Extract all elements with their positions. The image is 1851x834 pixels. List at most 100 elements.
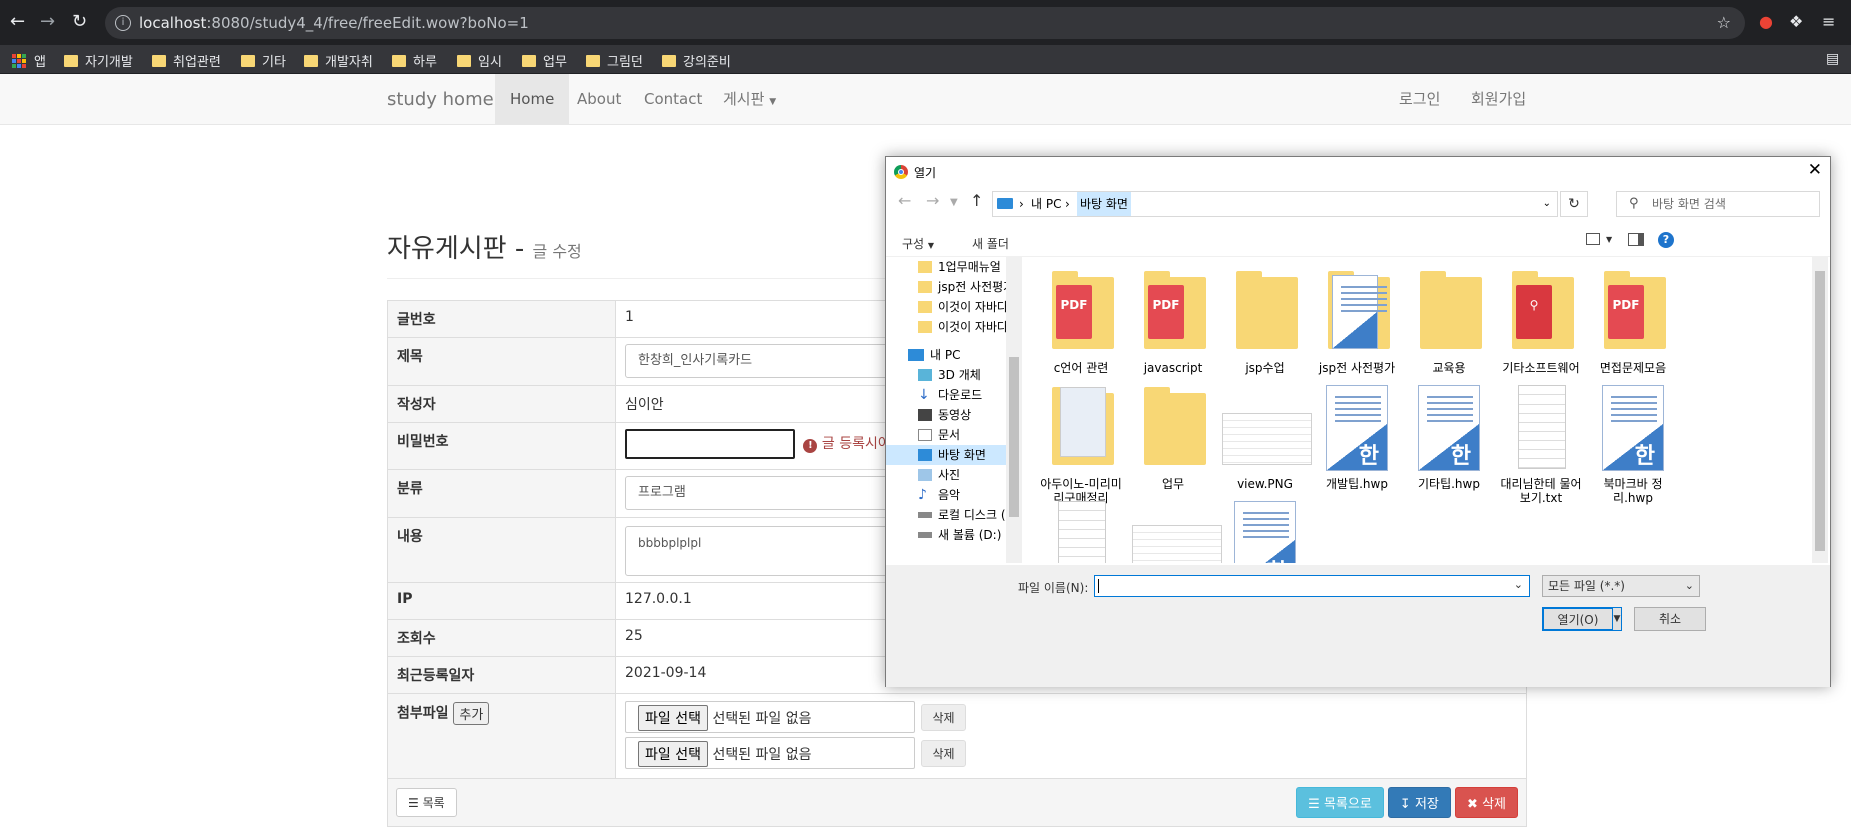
file-item[interactable]: 대리님한테 물어보기.txt (1498, 383, 1584, 505)
forward-arrow-icon[interactable]: → (926, 191, 939, 210)
file-item[interactable]: jsp수업 (1222, 267, 1308, 375)
file-item[interactable]: 한 기타팁.hwp (1406, 383, 1492, 491)
brand-link[interactable]: study home (387, 74, 494, 125)
tree-item[interactable]: 새 볼륨 (D:) (918, 525, 1001, 545)
recent-dropdown-icon[interactable]: ▼ (950, 197, 958, 208)
file-item[interactable]: 한 개발팁.hwp (1314, 383, 1400, 491)
file-type-select[interactable]: 모든 파일 (*.*) ⌄ (1542, 575, 1700, 597)
file-input[interactable]: 파일 선택 선택된 파일 없음 (625, 737, 915, 769)
save-button[interactable]: ↧ 저장 (1387, 787, 1451, 818)
add-file-button[interactable]: 추가 (453, 702, 490, 725)
choose-file-button[interactable]: 파일 선택 (638, 705, 708, 731)
nav-contact[interactable]: Contact (644, 74, 702, 125)
file-item[interactable]: 교육용 (1406, 267, 1492, 375)
file-item[interactable]: 한 (1222, 499, 1308, 563)
tree-item[interactable]: ↓ 다운로드 (918, 385, 982, 405)
help-icon[interactable]: ? (1658, 232, 1674, 248)
bookmark-item[interactable]: 기타 (241, 51, 286, 70)
delete-file-button[interactable]: 삭제 (921, 739, 966, 767)
folder-icon (241, 54, 255, 67)
tree-item-desktop[interactable]: 바탕 화면 (886, 445, 1022, 465)
choose-file-button[interactable]: 파일 선택 (638, 741, 708, 767)
tree-scrollbar[interactable] (1006, 257, 1022, 563)
open-button[interactable]: 열기(O) ▼ (1542, 607, 1622, 631)
search-input[interactable]: ⚲ 바탕 화면 검색 (1616, 191, 1820, 217)
tree-item[interactable]: 사진 (918, 465, 960, 485)
file-item[interactable]: 한 북마크바 정리.hwp (1590, 383, 1676, 505)
bookmark-item[interactable]: 강의준비 (662, 51, 731, 70)
info-icon[interactable]: i (115, 15, 131, 31)
nav-home[interactable]: Home (495, 74, 570, 125)
bookmark-item[interactable]: 취업관련 (152, 51, 221, 70)
bookmark-item[interactable]: 임시 (457, 51, 502, 70)
bookmark-item[interactable]: 자기개발 (64, 51, 133, 70)
category-select[interactable]: 프로그램 (625, 476, 905, 510)
new-folder-button[interactable]: 새 폴더 (972, 235, 1009, 252)
nav-board-dropdown[interactable]: 게시판 ▼ (723, 74, 776, 128)
organize-button[interactable]: 구성 ▼ (902, 235, 934, 252)
caret-down-icon[interactable]: ▼ (1612, 607, 1622, 631)
path-dropdown-icon[interactable]: ⌄ (1543, 192, 1551, 216)
tree-item[interactable]: 이것이 자바다 6 (918, 297, 1020, 317)
tree-item-my-pc[interactable]: 내 PC (908, 345, 960, 365)
tree-item[interactable]: 문서 (918, 425, 960, 445)
bookmark-apps[interactable]: 앱 (12, 51, 46, 70)
tree-item[interactable]: 1업무매뉴얼 (918, 257, 1001, 277)
file-item[interactable]: PDF javascript (1130, 267, 1216, 375)
bookmark-item[interactable]: 업무 (522, 51, 567, 70)
chevron-down-icon[interactable]: ⌄ (1514, 578, 1523, 591)
back-icon[interactable]: ← (10, 12, 25, 32)
path-my-pc[interactable]: 내 PC (1031, 192, 1061, 216)
nav-login[interactable]: 로그인 (1399, 74, 1440, 125)
file-input[interactable]: 파일 선택 선택된 파일 없음 (625, 701, 915, 733)
file-item[interactable]: 아두이노-미리미리구매정리 (1038, 383, 1124, 505)
delete-file-button[interactable]: 삭제 (921, 703, 966, 731)
address-bar[interactable]: i localhost:8080/study4_4/free/freeEdit.… (105, 7, 1745, 39)
view-icon[interactable] (1586, 233, 1600, 245)
star-icon[interactable]: ☆ (1717, 7, 1731, 39)
preview-pane-icon[interactable] (1628, 233, 1644, 246)
file-item[interactable]: view.PNG (1222, 383, 1312, 491)
file-item[interactable] (1038, 499, 1124, 563)
nav-signup[interactable]: 회원가입 (1471, 74, 1526, 125)
cancel-button[interactable]: 취소 (1634, 607, 1706, 631)
files-scroll-thumb[interactable] (1815, 271, 1825, 551)
extension-icon[interactable]: ● (1759, 12, 1773, 31)
path-bar[interactable]: › 내 PC › 바탕 화면 ⌄ (992, 191, 1558, 217)
puzzle-icon[interactable]: ❖ (1789, 12, 1803, 31)
caret-down-icon[interactable]: ▼ (1606, 235, 1612, 244)
to-list-button[interactable]: ☰ 목록으로 (1296, 787, 1384, 818)
bookmark-item[interactable]: 하루 (392, 51, 437, 70)
file-item[interactable]: 업무 (1130, 383, 1216, 491)
bookmark-item[interactable]: 개발자취 (304, 51, 373, 70)
password-input[interactable] (625, 429, 795, 459)
tree-item[interactable]: 3D 개체 (918, 365, 981, 385)
list-button[interactable]: ☰ 목록 (396, 788, 457, 817)
back-arrow-icon[interactable]: ← (898, 191, 911, 210)
title-input[interactable]: 한창희_인사기록카드 (625, 344, 905, 378)
tree-item[interactable]: ♪ 음악 (918, 485, 960, 505)
files-scrollbar[interactable] (1812, 257, 1828, 563)
forward-icon[interactable]: → (40, 12, 55, 32)
filename-input[interactable]: ⌄ (1094, 575, 1530, 597)
file-item[interactable] (1130, 499, 1222, 563)
reload-icon[interactable]: ↻ (72, 12, 87, 32)
file-item[interactable]: PDF c언어 관련 (1038, 267, 1124, 375)
delete-button[interactable]: ✖ 삭제 (1455, 787, 1518, 818)
tree-item[interactable]: jsp전 사전평가 (918, 277, 1014, 297)
reading-list-icon[interactable]: ▤ (1826, 51, 1839, 67)
reading-list-icon[interactable]: ≡ (1822, 12, 1835, 31)
tree-scroll-thumb[interactable] (1009, 357, 1019, 517)
tree-item[interactable]: 동영상 (918, 405, 971, 425)
file-item[interactable]: ⚲ 기타소프트웨어 (1498, 267, 1584, 375)
refresh-icon[interactable]: ↻ (1560, 191, 1588, 217)
close-icon[interactable]: ✕ (1808, 160, 1822, 180)
tree-item[interactable]: 이것이 자바다 6 (918, 317, 1020, 337)
up-arrow-icon[interactable]: ↑ (970, 191, 983, 210)
file-item[interactable]: PDF 면접문제모음 (1590, 267, 1676, 375)
file-item[interactable]: jsp전 사전평가 (1314, 267, 1400, 375)
content-textarea[interactable]: bbbbplplpl (625, 526, 905, 576)
path-desktop[interactable]: 바탕 화면 (1077, 192, 1131, 216)
nav-about[interactable]: About (577, 74, 621, 125)
bookmark-item[interactable]: 그림던 (586, 51, 643, 70)
